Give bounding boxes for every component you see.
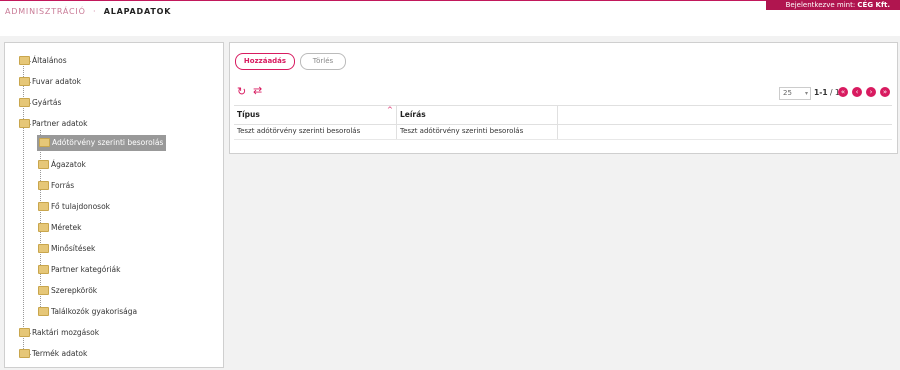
page-size-value: 25 [783, 89, 792, 97]
folder-icon [19, 55, 30, 65]
table-row[interactable]: Teszt adótörvény szerinti besorolás Tesz… [234, 124, 892, 140]
tree-item-termek-adatok[interactable]: Termék adatok [19, 346, 87, 362]
folder-icon [19, 76, 30, 86]
breadcrumb-section[interactable]: ADMINISZTRÁCIÓ [5, 7, 86, 16]
table-header: Típus ^ Leírás [234, 105, 892, 125]
chevron-down-icon: ▾ [804, 90, 808, 97]
folder-icon [19, 118, 30, 128]
cell-leiras: Teszt adótörvény szerinti besorolás [400, 127, 524, 135]
tree-item-partner-kategoriak[interactable]: Partner kategóriák [38, 262, 120, 278]
tree-item-altalanos[interactable]: Általános [19, 53, 67, 69]
prev-page-icon[interactable]: ‹ [852, 87, 862, 97]
breadcrumb: ADMINISZTRÁCIÓ · ALAPADATOK [5, 7, 171, 16]
last-page-icon[interactable]: » [880, 87, 890, 97]
tree-item-meretek[interactable]: Méretek [38, 220, 82, 236]
column-divider [557, 124, 558, 139]
folder-icon [19, 327, 30, 337]
swap-icon[interactable]: ⇄ [253, 85, 265, 96]
cell-tipus: Teszt adótörvény szerinti besorolás [237, 127, 361, 135]
tree-item-agazatok[interactable]: Ágazatok [38, 157, 86, 173]
first-page-icon[interactable]: « [838, 87, 848, 97]
folder-icon [19, 97, 30, 107]
tree-item-talalkozok-gyakorisaga[interactable]: Találkozók gyakorisága [38, 304, 137, 320]
delete-button[interactable]: Törlés [300, 53, 346, 70]
folder-icon [38, 201, 49, 211]
tree-item-partner-adatok[interactable]: Partner adatok [19, 116, 87, 132]
login-company[interactable]: CÉG Kft. [857, 1, 890, 9]
folder-icon [38, 159, 49, 169]
sort-asc-icon[interactable]: ^ [387, 106, 393, 114]
tree-item-fo-tulajdonosok[interactable]: Fő tulajdonosok [38, 199, 110, 215]
page-size-select[interactable]: 25 ▾ [779, 87, 811, 100]
tree-item-szerepkorok[interactable]: Szerepkörök [38, 283, 97, 299]
tree-item-fuvar-adatok[interactable]: Fuvar adatok [19, 74, 81, 90]
column-header-tipus[interactable]: Típus [234, 106, 397, 124]
folder-icon [19, 348, 30, 358]
breadcrumb-current: ALAPADATOK [103, 7, 172, 16]
detail-panel: Hozzáadás Törlés ↻ ⇄ 25 ▾ 1-1 / 1 « ‹ › … [229, 42, 898, 154]
folder-icon [38, 264, 49, 274]
range-value: 1-1 [814, 88, 828, 97]
folder-icon [39, 137, 50, 147]
folder-icon [38, 180, 49, 190]
refresh-icon[interactable]: ↻ [237, 86, 247, 97]
login-prefix: Bejelentkezve mint: [785, 1, 856, 9]
tree-panel: Általános Fuvar adatok Gyártás Partner a… [4, 42, 224, 368]
tree-item-forras[interactable]: Forrás [38, 178, 74, 194]
tree-item-adotorveny-besorolas[interactable]: Adótörvény szerinti besorolás [37, 135, 167, 151]
login-status: Bejelentkezve mint: CÉG Kft. [765, 0, 900, 10]
folder-icon [38, 222, 49, 232]
folder-icon [38, 243, 49, 253]
category-tree: Általános Fuvar adatok Gyártás Partner a… [5, 43, 223, 367]
breadcrumb-separator: · [93, 7, 97, 16]
folder-icon [38, 306, 49, 316]
column-header-leiras[interactable]: Leírás [397, 106, 558, 124]
add-button[interactable]: Hozzáadás [235, 53, 295, 70]
folder-icon [38, 285, 49, 295]
tree-item-gyartas[interactable]: Gyártás [19, 95, 61, 111]
column-divider [557, 106, 558, 124]
next-page-icon[interactable]: › [866, 87, 876, 97]
tree-item-minositesek[interactable]: Minősítések [38, 241, 95, 257]
pagination-range: 1-1 / 1 [814, 88, 840, 97]
tree-item-raktari-mozgasok[interactable]: Raktári mozgások [19, 325, 99, 341]
